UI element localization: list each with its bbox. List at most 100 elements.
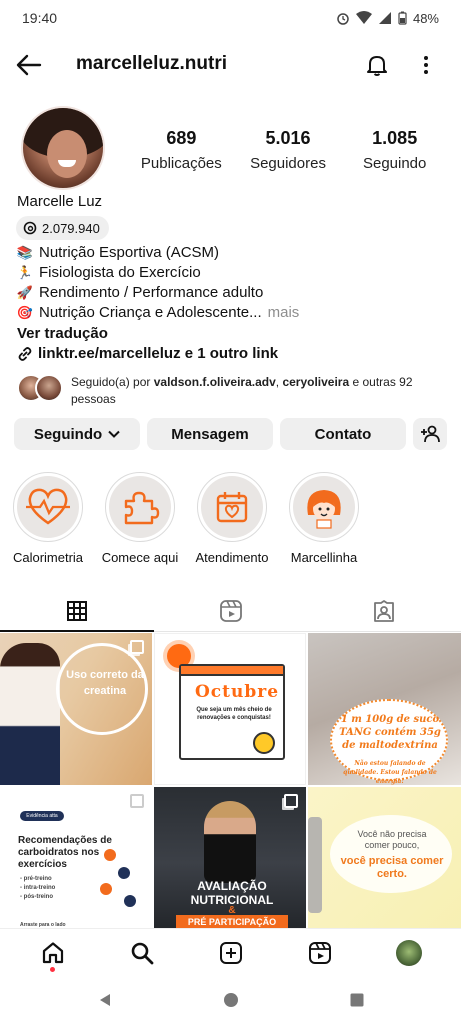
post-caption-text: Que seja um mês cheio de renovações e co…: [196, 707, 272, 721]
stat-posts[interactable]: 689 Publicações: [128, 128, 235, 172]
stat-following-label: Seguindo: [362, 155, 427, 172]
threads-icon: [23, 221, 37, 235]
post-thumbnail[interactable]: AVALIAÇÃO NUTRICIONAL & PRÉ PARTICIPAÇÃO: [154, 787, 306, 939]
stat-following-value: 1.085: [372, 128, 418, 148]
highlight-label: Atendimento: [195, 550, 269, 565]
bio-more-link[interactable]: mais: [268, 304, 300, 321]
bio-link[interactable]: linktr.ee/marcelleluz e 1 outro link: [17, 345, 278, 362]
home-circle-icon[interactable]: [223, 992, 239, 1008]
plus-square-icon: [219, 941, 242, 964]
battery-percent: 48%: [412, 10, 439, 26]
stat-posts-label: Publicações: [140, 155, 222, 172]
bio-line-3: 🚀 Rendimento / Performance adulto: [17, 284, 263, 301]
target-icon: 🎯: [16, 304, 34, 320]
bio-line-1: 📚 Nutrição Esportiva (ACSM): [17, 244, 219, 261]
post-caption-text: Você não precisa comer pouco,: [357, 829, 427, 850]
mutual-avatar: [35, 374, 63, 402]
nav-home[interactable]: [33, 933, 73, 973]
post-thumbnail[interactable]: Uso correto da creatina: [0, 633, 152, 785]
highlight-marcellinha[interactable]: Marcellinha: [281, 472, 367, 565]
heart-pulse-icon: [26, 488, 70, 525]
post-thumbnail[interactable]: Octubre Que seja um mês cheio de renovaç…: [154, 633, 306, 785]
post-person-image: [204, 801, 256, 883]
threads-badge[interactable]: 2.079.940: [16, 216, 109, 240]
threads-count: 2.079.940: [42, 220, 100, 236]
bio-line-text: Rendimento / Performance adulto: [39, 284, 264, 301]
bell-icon: [367, 56, 387, 76]
followed-by[interactable]: Seguido(a) por valdson.f.oliveira.adv, c…: [17, 374, 447, 408]
runner-icon: 🏃: [16, 264, 34, 280]
post-title-text: AVALIAÇÃO NUTRICIONAL: [190, 879, 274, 907]
post-thumbnail[interactable]: 1 m 100g de suco TANG contém 35g de malt…: [308, 633, 461, 785]
tagged-user-icon: [374, 599, 395, 622]
link-icon: [18, 346, 32, 361]
profile-stats: 689 Publicações 5.016 Seguidores 1.085 S…: [128, 128, 448, 172]
post-thumbnail[interactable]: Evidência atta Recomendações de carboidr…: [0, 787, 152, 939]
post-title-text: Recomendações de carboidratos nos exercí…: [18, 835, 112, 870]
nav-reels[interactable]: [300, 933, 340, 973]
stat-followers-label: Seguidores: [250, 155, 326, 172]
highlight-atendimento[interactable]: Atendimento: [189, 472, 275, 565]
status-time: 19:40: [22, 10, 58, 26]
post-caption-text: 1 m 100g de suco TANG contém 35g de malt…: [339, 714, 441, 751]
highlight-comece-aqui[interactable]: Comece aqui: [97, 472, 183, 565]
post-title-text: você precisa comer certo.: [340, 855, 444, 880]
profile-actions: Seguindo Mensagem Contato: [14, 418, 447, 450]
profile-avatar[interactable]: [21, 106, 105, 190]
post-thumbnail[interactable]: Você não precisa comer pouco, você preci…: [308, 787, 461, 939]
search-icon: [131, 942, 153, 964]
wifi-icon: [355, 11, 372, 24]
carousel-icon: [130, 640, 144, 654]
bio-line-text: Nutrição Esportiva (ACSM): [39, 244, 220, 261]
following-button[interactable]: Seguindo: [14, 418, 140, 450]
grid-tab[interactable]: [0, 590, 154, 632]
recents-square-icon[interactable]: [349, 992, 365, 1008]
add-user-icon: [421, 425, 440, 443]
followed-by-text: Seguido(a) por valdson.f.oliveira.adv, c…: [71, 375, 413, 406]
status-bar: 19:40 48%: [0, 0, 461, 36]
mutual-avatars: [17, 374, 63, 402]
molecule-icon: [104, 849, 116, 861]
post-title-text: Octubre: [195, 682, 280, 702]
back-triangle-icon[interactable]: [97, 992, 113, 1008]
suggested-users-button[interactable]: [413, 418, 447, 450]
back-button[interactable]: [14, 50, 44, 80]
highlight-calorimetria[interactable]: Calorimetria: [5, 472, 91, 565]
carousel-icon: [284, 794, 298, 808]
bio-line-2: 🏃 Fisiologista do Exercício: [17, 264, 201, 281]
stat-followers[interactable]: 5.016 Seguidores: [235, 128, 342, 172]
notifications-button[interactable]: [362, 50, 392, 80]
puzzle-icon: [124, 491, 160, 525]
bio-line-text: Fisiologista do Exercício: [39, 264, 201, 281]
profile-avatar-small: [395, 939, 422, 966]
options-button[interactable]: [414, 50, 438, 80]
alarm-icon: [337, 13, 349, 25]
highlight-label: Comece aqui: [101, 550, 179, 565]
books-icon: 📚: [16, 244, 34, 260]
post-subtitle-text: PRÉ PARTICIPAÇÃO: [176, 915, 288, 929]
stat-following[interactable]: 1.085 Seguindo: [341, 128, 448, 172]
signal-icon: [378, 12, 391, 24]
posts-grid: Uso correto da creatina Octubre Que seja…: [0, 633, 461, 939]
battery-icon: [398, 11, 407, 25]
reels-tab[interactable]: [154, 590, 308, 631]
nav-create[interactable]: [211, 933, 251, 973]
rocket-icon: 🚀: [16, 284, 34, 300]
highlight-label: Marcellinha: [290, 550, 358, 565]
home-icon: [42, 941, 63, 963]
arrow-left-icon: [16, 54, 42, 76]
post-list-text: - pré-treino - intra-treino - pós-treino: [20, 876, 56, 900]
following-label: Seguindo: [33, 425, 103, 443]
tagged-tab[interactable]: [307, 590, 461, 631]
nav-profile[interactable]: [389, 933, 429, 973]
story-highlights: Calorimetria Comece aqui Atendimento Mar…: [0, 472, 461, 572]
notification-dot: [49, 966, 55, 972]
nav-search[interactable]: [122, 933, 162, 973]
contact-button[interactable]: Contato: [280, 418, 406, 450]
system-navigation: [0, 976, 461, 1024]
stat-posts-value: 689: [166, 128, 197, 148]
translate-link[interactable]: Ver tradução: [17, 325, 108, 342]
message-button[interactable]: Mensagem: [147, 418, 273, 450]
post-small-text: Não estou falando de qualidade. Estou fa…: [343, 760, 437, 785]
fork-icon: [308, 817, 322, 913]
